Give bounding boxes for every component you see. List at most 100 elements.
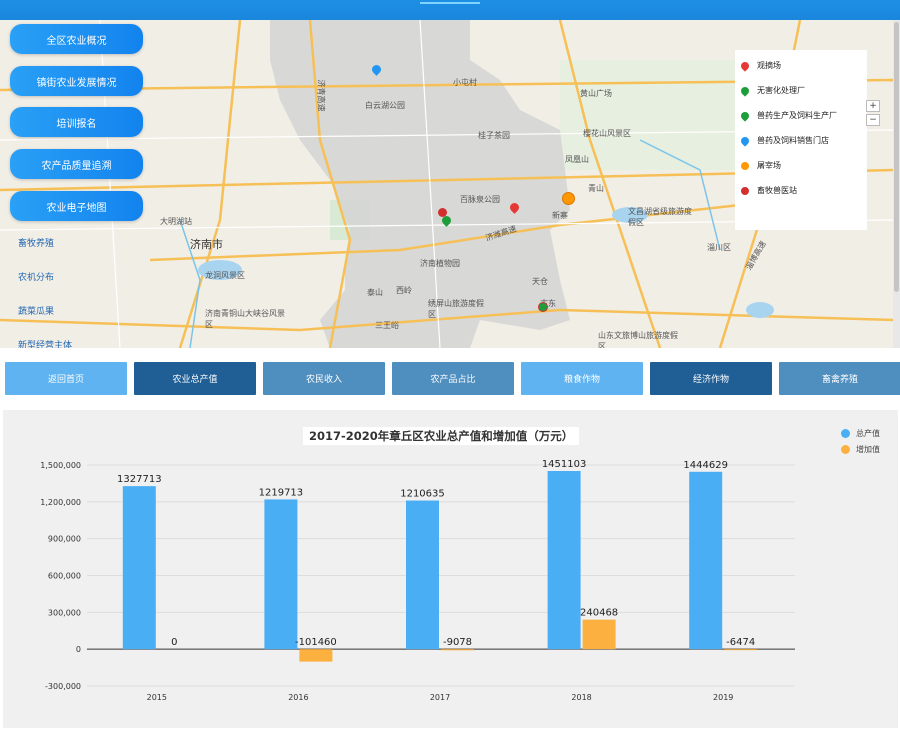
- map-banner-machinery[interactable]: 农机分布: [18, 270, 54, 283]
- x-tick-label: 2019: [713, 693, 733, 702]
- map-label-sanwang: 三王峪: [375, 321, 399, 330]
- bar: [547, 471, 581, 650]
- x-tick-label: 2017: [430, 693, 450, 702]
- sidebar-item-emap[interactable]: 农业电子地图: [10, 191, 143, 221]
- map-label-longtan: 龙洞风景区: [205, 271, 245, 280]
- data-label: 1219713: [259, 487, 304, 498]
- map-label-xishan: 西岭: [396, 286, 412, 295]
- map-zoom-control: + −: [866, 100, 884, 140]
- map-label-xingzhai: 新寨: [552, 211, 568, 220]
- legend-label: 无害化处理厂: [757, 86, 805, 95]
- nav-grain-button[interactable]: 粮食作物: [521, 362, 643, 395]
- nav-cash-crop-button[interactable]: 经济作物: [650, 362, 772, 395]
- legend-item[interactable]: 屠宰场: [739, 159, 781, 172]
- data-label: 1444629: [683, 460, 728, 471]
- y-tick-label: 0: [76, 645, 81, 654]
- map-label-jinan: 济南市: [190, 238, 223, 251]
- y-tick-label: 1,500,000: [40, 461, 81, 470]
- marker-icon: [739, 159, 751, 172]
- legend-label: 观摘场: [757, 61, 781, 70]
- chart-panel: 1,500,000 1,200,000 900,000 600,000 300,000 0…: [3, 410, 898, 728]
- legend-swatch: [841, 429, 850, 438]
- active-tab-indicator: [420, 0, 480, 4]
- marker-icon: [739, 184, 751, 197]
- x-tick-label: 2018: [571, 693, 591, 702]
- data-label: 1327713: [117, 474, 162, 485]
- scrollbar-thumb[interactable]: [894, 22, 899, 292]
- nav-livestock-button[interactable]: 畜禽养殖: [779, 362, 900, 395]
- marker-icon: [739, 109, 751, 122]
- map-label-fengyun: 凤凰山: [565, 155, 589, 164]
- chart-title: 2017-2020年章丘区农业总产值和增加值（万元）: [303, 427, 580, 445]
- sidebar-item-overview[interactable]: 全区农业概况: [10, 24, 143, 54]
- bar: [122, 486, 156, 650]
- bar: [299, 649, 333, 662]
- map-label-tianqian: 天仓: [532, 277, 548, 286]
- y-tick-label: 300,000: [48, 608, 81, 617]
- y-tick-label: -300,000: [45, 682, 81, 691]
- map-label-taishan: 泰山: [367, 288, 383, 297]
- legend-label: 总产值: [856, 429, 880, 438]
- data-label: -101460: [295, 637, 337, 648]
- legend-item[interactable]: 无害化处理厂: [739, 84, 805, 97]
- map-label-xiaodong: 小屯村: [453, 78, 477, 87]
- x-tick-label: 2015: [147, 693, 167, 702]
- map-label-huangshan: 黄山广场: [580, 89, 612, 98]
- map-view[interactable]: 济南市 大明湖站 龙洞风景区 济南青铜山大峡谷风景区 白云湖公园 桂子茶园 百脉…: [0, 20, 893, 348]
- legend-item[interactable]: 兽药生产及饲料生产厂: [739, 109, 837, 122]
- data-label: -6474: [726, 637, 755, 648]
- map-banner-newbiz[interactable]: 新型经营主体: [18, 338, 72, 348]
- legend-label: 兽药及饲料销售门店: [757, 136, 829, 145]
- legend-item[interactable]: 畜牧兽医站: [739, 184, 797, 197]
- nav-product-share-button[interactable]: 农产品占比: [392, 362, 514, 395]
- y-tick-label: 900,000: [48, 535, 81, 544]
- map-label-baiyun: 白云湖公园: [365, 101, 405, 110]
- data-label: 240468: [580, 608, 618, 619]
- legend-item[interactable]: 兽药及饲料销售门店: [739, 134, 829, 147]
- x-tick-label: 2016: [288, 693, 308, 702]
- bar: [689, 471, 723, 650]
- map-banner-vegetables[interactable]: 蔬菜瓜果: [18, 304, 54, 317]
- map-label-botanic: 济南植物园: [420, 259, 460, 268]
- bar-chart: 1,500,000 1,200,000 900,000 600,000 300,000 0…: [40, 459, 795, 702]
- map-scrollbar[interactable]: [893, 20, 900, 348]
- legend-series-total[interactable]: 总产值: [841, 428, 880, 439]
- legend-label: 畜牧兽医站: [757, 186, 797, 195]
- y-tick-label: 600,000: [48, 572, 81, 581]
- sidebar-item-training[interactable]: 培训报名: [10, 107, 143, 137]
- nav-farmer-income-button[interactable]: 农民收入: [263, 362, 385, 395]
- bar: [724, 649, 758, 651]
- map-pin-slaughter[interactable]: [562, 192, 575, 205]
- legend-series-added[interactable]: 增加值: [841, 444, 880, 455]
- zoom-out-icon[interactable]: −: [866, 114, 880, 126]
- nav-home-button[interactable]: 返回首页: [5, 362, 127, 395]
- bar: [406, 500, 439, 650]
- legend-label: 兽药生产及饲料生产厂: [757, 111, 837, 120]
- map-banner-livestock[interactable]: 畜牧养殖: [18, 236, 54, 249]
- map-pin-vet[interactable]: [438, 208, 447, 217]
- map-label-qingtong: 济南青铜山大峡谷风景区: [205, 309, 285, 329]
- map-pin-feed[interactable]: [538, 302, 548, 312]
- legend-item[interactable]: 观摘场: [739, 59, 781, 72]
- map-label-qingshan: 青山: [588, 184, 604, 193]
- data-label: 1210635: [400, 489, 445, 500]
- data-label: 0: [171, 637, 177, 648]
- marker-icon: [739, 134, 751, 147]
- bar: [264, 499, 298, 650]
- legend-swatch: [841, 445, 850, 454]
- map-label-wenchang: 文昌湖省级旅游度假区: [628, 207, 692, 227]
- data-label: -9078: [443, 637, 472, 648]
- map-label-zichuan: 淄川区: [707, 243, 731, 252]
- map-label-yinghuashan: 樱花山风景区: [583, 129, 631, 138]
- zoom-in-icon[interactable]: +: [866, 100, 880, 112]
- nav-total-output-button[interactable]: 农业总产值: [134, 362, 256, 395]
- map-legend: 观摘场 无害化处理厂 兽药生产及饲料生产厂 兽药及饲料销售门店 屠宰场 畜牧兽医…: [735, 50, 867, 230]
- y-tick-label: 1,200,000: [40, 498, 81, 507]
- bar: [582, 619, 616, 650]
- sidebar-item-town[interactable]: 镇街农业发展情况: [10, 66, 143, 96]
- map-label-yongbi: 绣屏山旅游度假区: [428, 299, 484, 319]
- marker-icon: [739, 84, 751, 97]
- map-label-baimaquan: 百脉泉公园: [460, 195, 500, 204]
- sidebar-item-traceability[interactable]: 农产品质量追溯: [10, 149, 143, 179]
- map-label-zhujia: 桂子茶园: [478, 131, 510, 140]
